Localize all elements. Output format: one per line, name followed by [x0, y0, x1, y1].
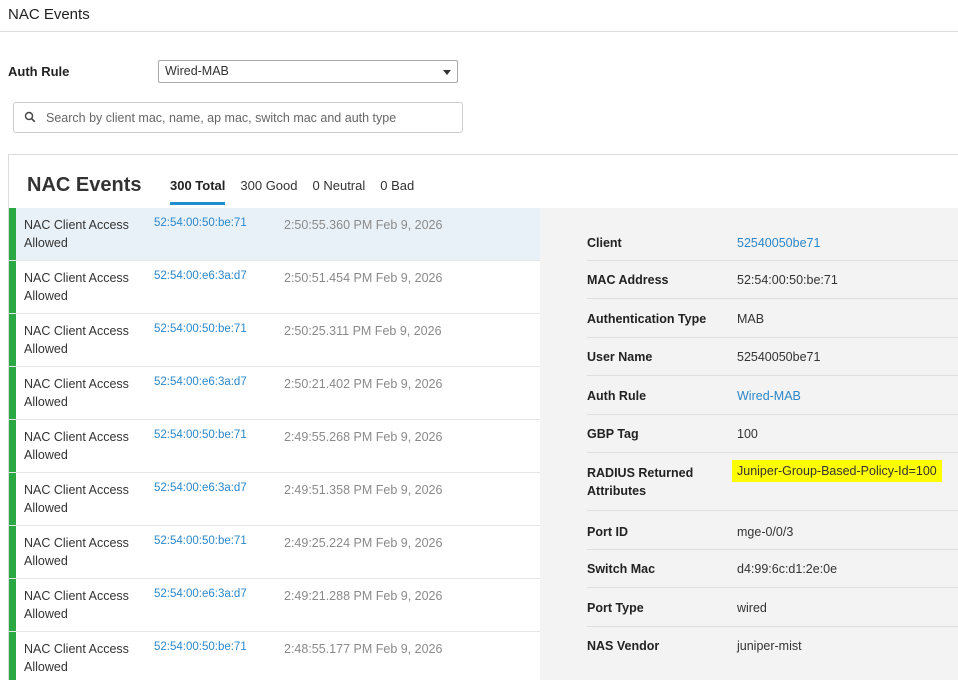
- detail-label: Port Type: [587, 601, 644, 615]
- search-icon: [24, 111, 36, 123]
- event-type: NAC Client Access Allowed: [24, 271, 129, 303]
- status-bar-good: [9, 473, 16, 525]
- event-filter-tabs: 300 Total 300 Good 0 Neutral 0 Bad: [170, 178, 429, 205]
- event-type: NAC Client Access Allowed: [24, 642, 129, 674]
- event-type: NAC Client Access Allowed: [24, 536, 129, 568]
- detail-label: NAS Vendor: [587, 639, 660, 653]
- event-row[interactable]: NAC Client Access Allowed 52:54:00:50:be…: [9, 632, 540, 680]
- detail-row-radius-attributes: RADIUS Returned Attributes Juniper-Group…: [587, 453, 958, 511]
- event-timestamp: 2:50:55.360 PM Feb 9, 2026: [284, 218, 443, 232]
- detail-value: mge-0/0/3: [737, 525, 794, 539]
- detail-value-auth-rule-link[interactable]: Wired-MAB: [737, 387, 801, 405]
- event-type: NAC Client Access Allowed: [24, 218, 129, 250]
- detail-value: juniper-mist: [737, 639, 802, 653]
- event-timestamp: 2:49:21.288 PM Feb 9, 2026: [284, 589, 443, 603]
- panel-title: NAC Events: [27, 174, 142, 196]
- status-bar-good: [9, 314, 16, 366]
- detail-row-mac-address: MAC Address 52:54:00:50:be:71: [587, 261, 958, 299]
- page-title: NAC Events: [8, 6, 90, 23]
- status-bar-good: [9, 261, 16, 313]
- event-row[interactable]: NAC Client Access Allowed 52:54:00:50:be…: [9, 208, 540, 261]
- status-bar-good: [9, 579, 16, 631]
- detail-row-gbp-tag: GBP Tag 100: [587, 415, 958, 453]
- event-details-pane: Client 52540050be71 MAC Address 52:54:00…: [540, 208, 958, 680]
- tab-neutral[interactable]: 0 Neutral: [313, 178, 366, 205]
- event-type: NAC Client Access Allowed: [24, 430, 129, 462]
- event-client-mac[interactable]: 52:54:00:e6:3a:d7: [154, 270, 247, 282]
- event-client-mac[interactable]: 52:54:00:50:be:71: [154, 323, 247, 335]
- detail-value-highlighted: Juniper-Group-Based-Policy-Id=100: [732, 460, 942, 482]
- detail-value: 100: [737, 427, 758, 441]
- event-type: NAC Client Access Allowed: [24, 324, 129, 356]
- detail-row-user-name: User Name 52540050be71: [587, 338, 958, 376]
- event-type: NAC Client Access Allowed: [24, 589, 129, 621]
- event-list: NAC Client Access Allowed 52:54:00:50:be…: [9, 208, 540, 680]
- event-client-mac[interactable]: 52:54:00:e6:3a:d7: [154, 588, 247, 600]
- event-client-mac[interactable]: 52:54:00:50:be:71: [154, 641, 247, 653]
- detail-value-client-link[interactable]: 52540050be71: [737, 234, 820, 252]
- auth-rule-selected-value: Wired-MAB: [165, 64, 229, 78]
- detail-row-switch-mac: Switch Mac d4:99:6c:d1:2e:0e: [587, 550, 958, 588]
- detail-value: d4:99:6c:d1:2e:0e: [737, 562, 838, 576]
- detail-label: Switch Mac: [587, 562, 656, 576]
- status-bar-good: [9, 367, 16, 419]
- status-bar-good: [9, 208, 16, 260]
- event-timestamp: 2:49:55.268 PM Feb 9, 2026: [284, 430, 443, 444]
- detail-label: User Name: [587, 350, 653, 364]
- detail-row-port-id: Port ID mge-0/0/3: [587, 511, 958, 550]
- event-client-mac[interactable]: 52:54:00:e6:3a:d7: [154, 482, 247, 494]
- detail-value: 52540050be71: [737, 350, 821, 364]
- detail-label: Port ID: [587, 525, 628, 539]
- event-timestamp: 2:48:55.177 PM Feb 9, 2026: [284, 642, 443, 656]
- event-timestamp: 2:50:51.454 PM Feb 9, 2026: [284, 271, 443, 285]
- tab-total[interactable]: 300 Total: [170, 178, 226, 205]
- chevron-down-icon: [443, 70, 451, 75]
- event-timestamp: 2:50:25.311 PM Feb 9, 2026: [284, 324, 442, 338]
- status-bar-good: [9, 526, 16, 578]
- event-row[interactable]: NAC Client Access Allowed 52:54:00:e6:3a…: [9, 579, 540, 632]
- detail-row-nas-vendor: NAS Vendor juniper-mist: [587, 627, 958, 665]
- event-row[interactable]: NAC Client Access Allowed 52:54:00:50:be…: [9, 526, 540, 579]
- auth-rule-label: Auth Rule: [8, 64, 70, 79]
- title-divider: [0, 31, 958, 32]
- detail-label: MAC Address: [587, 273, 669, 287]
- event-client-mac[interactable]: 52:54:00:50:be:71: [154, 217, 247, 229]
- detail-row-client: Client 52540050be71: [587, 220, 958, 261]
- event-client-mac[interactable]: 52:54:00:50:be:71: [154, 535, 247, 547]
- detail-label: GBP Tag: [587, 427, 639, 441]
- status-bar-good: [9, 420, 16, 472]
- detail-label: Client: [587, 236, 622, 250]
- event-timestamp: 2:49:51.358 PM Feb 9, 2026: [284, 483, 443, 497]
- tab-good[interactable]: 300 Good: [240, 178, 297, 205]
- detail-label: RADIUS Returned Attributes: [587, 466, 694, 498]
- event-row[interactable]: NAC Client Access Allowed 52:54:00:50:be…: [9, 420, 540, 473]
- search-box[interactable]: [13, 102, 463, 133]
- tab-bad[interactable]: 0 Bad: [380, 178, 414, 205]
- event-type: NAC Client Access Allowed: [24, 377, 129, 409]
- event-row[interactable]: NAC Client Access Allowed 52:54:00:e6:3a…: [9, 367, 540, 420]
- detail-value: 52:54:00:50:be:71: [737, 273, 838, 287]
- event-timestamp: 2:50:21.402 PM Feb 9, 2026: [284, 377, 443, 391]
- event-timestamp: 2:49:25.224 PM Feb 9, 2026: [284, 536, 443, 550]
- event-client-mac[interactable]: 52:54:00:50:be:71: [154, 429, 247, 441]
- status-bar-good: [9, 632, 16, 680]
- event-client-mac[interactable]: 52:54:00:e6:3a:d7: [154, 376, 247, 388]
- detail-value: wired: [737, 601, 767, 615]
- auth-rule-select[interactable]: Wired-MAB: [158, 60, 458, 83]
- nac-events-panel: NAC Events 300 Total 300 Good 0 Neutral …: [8, 154, 958, 680]
- detail-label: Authentication Type: [587, 312, 707, 326]
- event-type: NAC Client Access Allowed: [24, 483, 129, 515]
- detail-row-port-type: Port Type wired: [587, 588, 958, 627]
- detail-row-auth-type: Authentication Type MAB: [587, 299, 958, 338]
- search-input[interactable]: [46, 108, 456, 128]
- detail-row-auth-rule: Auth Rule Wired-MAB: [587, 376, 958, 415]
- event-row[interactable]: NAC Client Access Allowed 52:54:00:e6:3a…: [9, 473, 540, 526]
- event-row[interactable]: NAC Client Access Allowed 52:54:00:e6:3a…: [9, 261, 540, 314]
- detail-value: MAB: [737, 312, 765, 326]
- detail-label: Auth Rule: [587, 389, 647, 403]
- event-row[interactable]: NAC Client Access Allowed 52:54:00:50:be…: [9, 314, 540, 367]
